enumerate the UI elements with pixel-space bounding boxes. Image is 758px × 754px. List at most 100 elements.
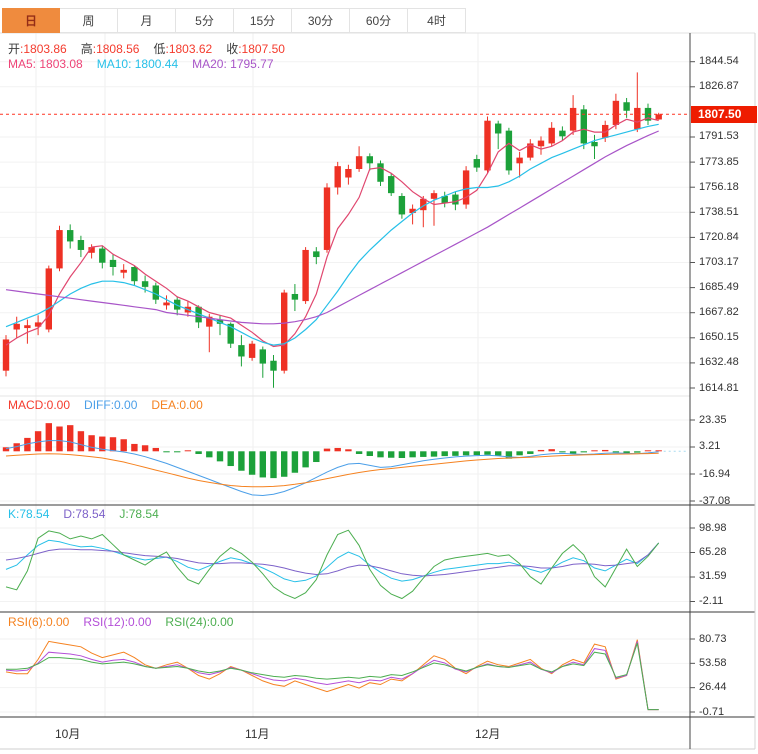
macd-histogram-bar	[430, 451, 438, 457]
macd-histogram-bar	[484, 451, 491, 455]
candle-body	[13, 323, 20, 330]
candle-body	[462, 170, 470, 205]
legend-item: MACD:0.00	[8, 398, 71, 412]
y-axis-label: 80.73	[699, 632, 727, 645]
macd-histogram-bar	[174, 451, 181, 453]
macd-histogram-bar	[77, 431, 85, 452]
macd-histogram-bar	[248, 451, 256, 475]
macd-histogram-bar	[420, 451, 427, 457]
y-axis-label: -16.94	[699, 467, 731, 480]
interval-tab-2[interactable]: 周	[60, 8, 118, 33]
y-axis-label: 1650.15	[699, 331, 739, 344]
macd-histogram-bar	[644, 450, 652, 452]
y-axis-label: 1791.53	[699, 130, 739, 143]
legend-item: RSI(24):0.00	[165, 615, 234, 629]
candle-body	[270, 360, 277, 371]
macd-histogram-bar	[131, 443, 138, 452]
candle-body	[313, 251, 320, 258]
candle-body	[120, 269, 127, 273]
macd-histogram-bar	[152, 447, 159, 452]
candle-body	[569, 107, 577, 131]
candle-body	[548, 127, 555, 144]
macd-histogram-bar	[120, 439, 127, 452]
candle-body	[77, 240, 85, 250]
ohlc-item: 开:1803.86	[8, 42, 67, 56]
macd-histogram-bar	[495, 451, 502, 456]
macd-histogram-bar	[516, 451, 523, 456]
ma10-line	[5, 123, 659, 346]
interval-tab-5[interactable]: 15分	[234, 8, 292, 33]
macd-histogram-bar	[655, 450, 662, 452]
macd-histogram-bar	[291, 451, 299, 473]
candle-body	[559, 130, 566, 137]
macd-histogram-bar	[355, 451, 363, 454]
legend-item: MA5: 1803.08	[8, 57, 83, 71]
macd-histogram-bar	[441, 451, 448, 457]
candle-body	[334, 166, 341, 188]
legend-item: K:78.54	[8, 507, 50, 521]
candle-body	[473, 159, 480, 168]
y-axis-label: 31.59	[699, 570, 727, 583]
macd-histogram-bar	[612, 451, 620, 453]
candle-body	[505, 130, 513, 171]
candle-body	[537, 140, 545, 147]
interval-tab-4[interactable]: 5分	[176, 8, 234, 33]
macd-histogram-bar	[281, 451, 288, 477]
macd-histogram-bar	[238, 451, 245, 471]
macd-histogram-bar	[462, 451, 470, 456]
macd-histogram-bar	[270, 451, 277, 479]
candle-body	[612, 100, 620, 125]
macd-histogram-bar	[323, 448, 331, 452]
y-axis-label: -2.11	[699, 595, 724, 607]
candle-body	[238, 345, 245, 357]
y-axis-label: 23.35	[699, 413, 727, 426]
kdj-readout: K:78.54 D:78.54 J:78.54	[8, 507, 173, 521]
macd-histogram-bar	[313, 451, 320, 463]
j-line	[5, 529, 660, 600]
candle-body	[345, 168, 352, 178]
y-axis-label: 1667.82	[699, 306, 739, 319]
y-axis-label: 26.44	[699, 681, 727, 694]
interval-tab-7[interactable]: 60分	[350, 8, 408, 33]
ma20-line	[5, 130, 659, 325]
x-axis-label: 12月	[475, 727, 501, 741]
macd-histogram-bar	[452, 451, 459, 456]
k-line	[5, 539, 660, 583]
macd-histogram-bar	[302, 451, 309, 468]
interval-tab-3[interactable]: 月	[118, 8, 176, 33]
y-axis-label: 1703.17	[699, 255, 739, 268]
x-axis-label: 10月	[55, 727, 81, 741]
macd-histogram-bar	[409, 451, 416, 458]
stock-chart-app: 日周月 5分 15分 30分 60分 4时 开:1803.86 高:1808.56 低:180…	[0, 0, 758, 754]
interval-tab-1[interactable]: 日	[2, 8, 60, 33]
legend-item: D:78.54	[63, 507, 106, 521]
macd-histogram-bar	[398, 451, 406, 459]
legend-item: J:78.54	[119, 507, 159, 521]
macd-histogram-bar	[334, 447, 341, 452]
interval-toolbar: 日周月 5分 15分 30分 60分 4时	[2, 8, 466, 33]
macd-histogram-bar	[377, 451, 384, 458]
macd-histogram-bar	[559, 451, 566, 453]
rsi12-line	[5, 641, 659, 711]
candle-body	[163, 302, 170, 306]
candle-body	[291, 293, 299, 300]
candle-body	[495, 123, 502, 134]
interval-tab-6[interactable]: 30分	[292, 8, 350, 33]
chart-canvas[interactable]	[0, 0, 758, 754]
ohlc-item: 收:1807.50	[226, 42, 285, 56]
macd-histogram-bar	[56, 426, 63, 452]
macd-histogram-bar	[591, 450, 598, 452]
macd-histogram-bar	[195, 451, 202, 454]
macd-histogram-bar	[259, 451, 266, 478]
candle-body	[623, 102, 630, 111]
interval-tab-8[interactable]: 4时	[408, 8, 466, 33]
candle-body	[655, 114, 662, 120]
candle-body	[602, 124, 609, 138]
candle-body	[484, 120, 491, 171]
legend-item: RSI(12):0.00	[83, 615, 152, 629]
candle-body	[430, 193, 438, 199]
candle-body	[452, 194, 459, 205]
candle-body	[56, 230, 63, 269]
macd-histogram-bar	[473, 451, 480, 456]
y-axis-label: 65.28	[699, 546, 727, 558]
